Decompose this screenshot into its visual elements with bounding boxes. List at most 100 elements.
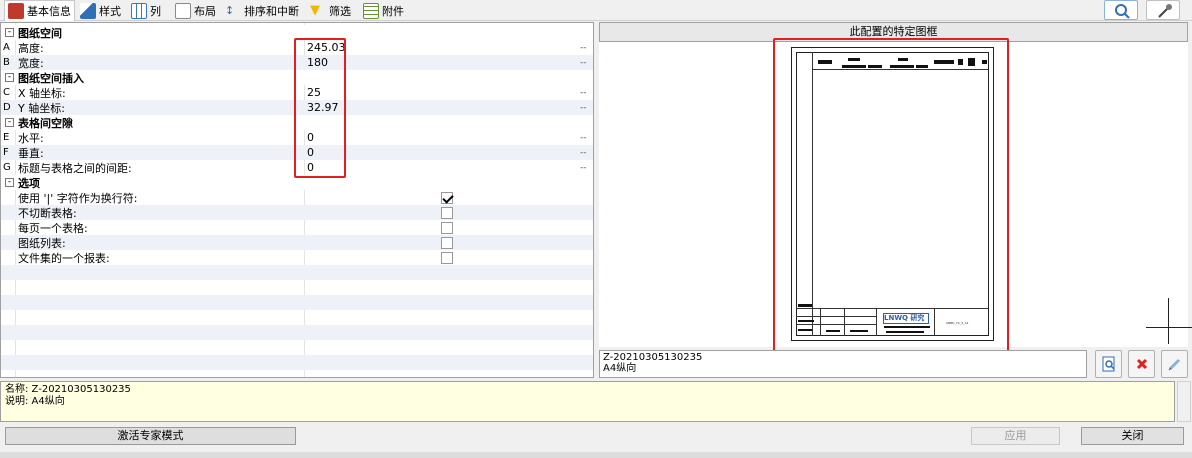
magnifier-button[interactable] — [1104, 0, 1138, 20]
option-checkbox[interactable] — [441, 236, 453, 249]
tab-label: 排序和中断 — [244, 4, 299, 18]
row-letter: D — [3, 102, 11, 113]
tab-sort-break[interactable]: ↕ 排序和中断 — [222, 0, 302, 21]
property-name: 标题与表格之间的间距: — [18, 161, 132, 175]
property-row[interactable]: E 水平: 0 -- — [1, 130, 593, 145]
option-name: 图纸列表: — [18, 236, 66, 250]
property-name: 垂直: — [18, 146, 44, 160]
section-title: 图纸空间插入 — [18, 71, 84, 85]
crop-mark — [1168, 298, 1169, 344]
empty-row — [1, 325, 593, 340]
property-row[interactable]: F 垂直: 0 -- — [1, 145, 593, 160]
empty-row — [1, 280, 593, 295]
tab-filter[interactable]: ▼ 筛选 — [307, 0, 354, 21]
preview-button[interactable] — [1095, 350, 1122, 378]
row-dash: -- — [580, 132, 587, 143]
close-button[interactable]: 关闭 — [1081, 427, 1184, 445]
layout-icon — [175, 2, 191, 19]
magnifier-icon — [1115, 4, 1130, 19]
tab-columns[interactable]: 列 — [128, 0, 164, 21]
property-name: 高度: — [18, 41, 44, 55]
option-checkbox[interactable] — [441, 191, 453, 204]
app-logo-icon — [8, 3, 24, 19]
tab-style[interactable]: 样式 — [77, 0, 124, 21]
property-row[interactable]: B 宽度: 180 -- — [1, 55, 593, 70]
edit-icon — [1168, 358, 1180, 371]
option-row[interactable]: 文件集的一个报表: — [1, 250, 593, 265]
option-checkbox[interactable] — [441, 251, 453, 264]
property-row[interactable]: A 高度: 245.03 -- — [1, 40, 593, 55]
property-row[interactable]: D Y 轴坐标: 32.97 -- — [1, 100, 593, 115]
row-dash: -- — [580, 42, 587, 53]
row-dash: -- — [580, 57, 587, 68]
frame-orientation: A4纵向 — [603, 363, 637, 374]
option-name: 文件集的一个报表: — [18, 251, 110, 265]
option-row[interactable]: 不切断表格: — [1, 205, 593, 220]
row-dash: -- — [580, 147, 587, 158]
title-block-code: ABBD_T2_3_14 — [946, 321, 969, 325]
property-value[interactable]: 245.03 — [307, 41, 346, 54]
row-dash: -- — [580, 87, 587, 98]
tab-layout[interactable]: 布局 — [172, 0, 219, 21]
row-letter: C — [3, 87, 10, 98]
description-name: 名称: Z-20210305130235 — [5, 384, 131, 395]
preview-icon — [1102, 356, 1115, 372]
property-value[interactable]: 32.97 — [307, 101, 339, 114]
section-table-gap[interactable]: - 表格间空隙 — [1, 115, 593, 130]
property-name: 宽度: — [18, 56, 44, 70]
section-title: 图纸空间 — [18, 26, 62, 40]
attachment-icon — [363, 2, 379, 19]
columns-icon — [131, 2, 147, 19]
option-row[interactable]: 每页一个表格: — [1, 220, 593, 235]
pin-button[interactable] — [1146, 0, 1180, 20]
preview-header: 此配置的特定图框 — [599, 22, 1188, 42]
option-row[interactable]: 使用 '|' 字符作为换行符: — [1, 190, 593, 205]
property-name: Y 轴坐标: — [18, 101, 65, 115]
option-checkbox[interactable] — [441, 206, 453, 219]
row-dash: -- — [580, 162, 587, 173]
description-scrollbar[interactable] — [1177, 381, 1191, 422]
property-value[interactable]: 0 — [307, 146, 314, 159]
empty-row — [1, 295, 593, 310]
tab-basic-info[interactable]: 基本信息 — [4, 0, 75, 21]
collapse-icon[interactable]: - — [5, 118, 14, 127]
option-name: 使用 '|' 字符作为换行符: — [18, 191, 138, 205]
empty-row — [1, 310, 593, 325]
collapse-icon[interactable]: - — [5, 178, 14, 187]
tab-attachment[interactable]: 附件 — [360, 0, 407, 21]
section-options[interactable]: - 选项 — [1, 175, 593, 190]
option-row[interactable]: 图纸列表: — [1, 235, 593, 250]
title-block-logo: LNWQ 研究 — [883, 313, 929, 324]
empty-row — [1, 265, 593, 280]
expert-mode-button[interactable]: 激活专家模式 — [5, 427, 296, 445]
status-strip — [0, 452, 1192, 458]
property-value[interactable]: 0 — [307, 161, 314, 174]
section-sheet-space[interactable]: - 图纸空间 — [1, 25, 593, 40]
edit-button[interactable] — [1161, 350, 1188, 378]
property-value[interactable]: 25 — [307, 86, 321, 99]
section-title: 选项 — [18, 176, 40, 190]
option-checkbox[interactable] — [441, 221, 453, 234]
empty-row — [1, 340, 593, 355]
property-value[interactable]: 180 — [307, 56, 328, 69]
row-letter: G — [3, 162, 11, 173]
delete-button[interactable] — [1128, 350, 1155, 378]
tab-label: 样式 — [99, 4, 121, 18]
delete-icon — [1136, 358, 1147, 370]
collapse-icon[interactable]: - — [5, 28, 14, 37]
apply-button[interactable]: 应用 — [971, 427, 1060, 445]
description-box: 名称: Z-20210305130235 说明: A4纵向 — [0, 381, 1175, 422]
property-row[interactable]: G 标题与表格之间的间距: 0 -- — [1, 160, 593, 175]
section-sheet-insert[interactable]: - 图纸空间插入 — [1, 70, 593, 85]
tab-label: 布局 — [194, 4, 216, 18]
description-text: 说明: A4纵向 — [5, 396, 65, 407]
crop-mark — [1146, 327, 1192, 328]
property-grid: - 图纸空间 A 高度: 245.03 -- B 宽度: 180 -- - 图纸… — [0, 22, 594, 378]
tab-label: 列 — [150, 4, 161, 18]
section-title: 表格间空隙 — [18, 116, 73, 130]
property-value[interactable]: 0 — [307, 131, 314, 144]
tab-label: 基本信息 — [27, 5, 71, 18]
collapse-icon[interactable]: - — [5, 73, 14, 82]
row-letter: E — [3, 132, 10, 143]
property-row[interactable]: C X 轴坐标: 25 -- — [1, 85, 593, 100]
